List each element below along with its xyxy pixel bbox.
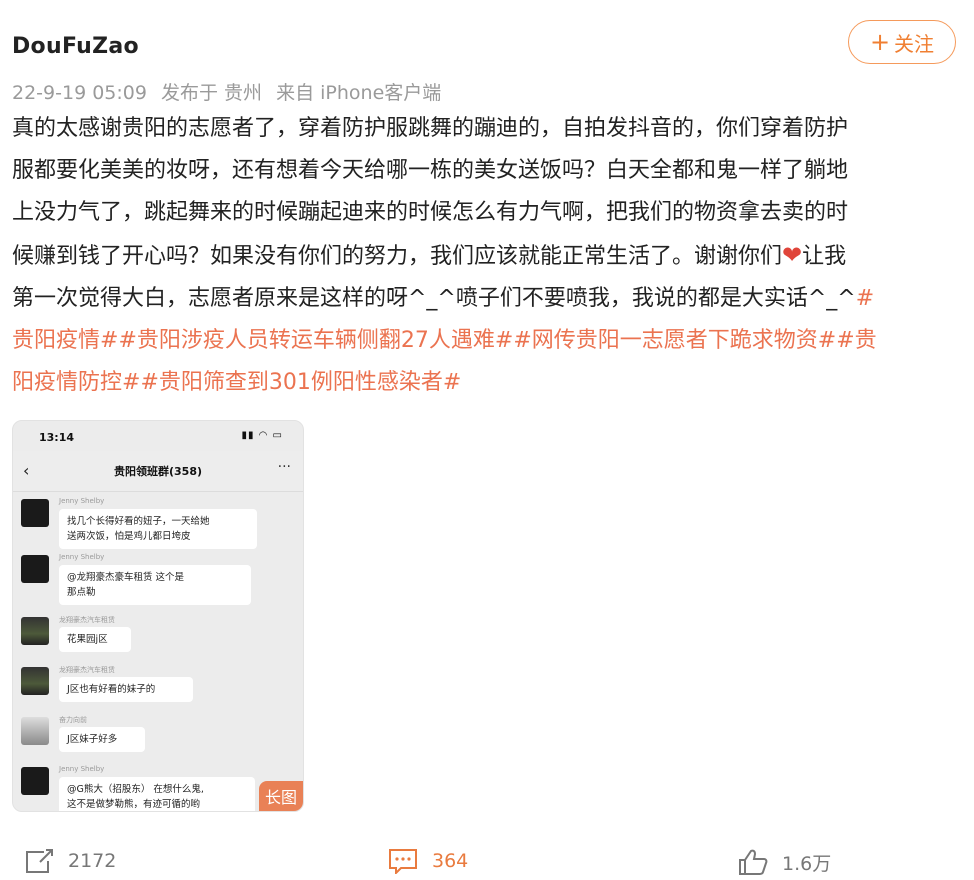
message-bubble: 花果园j区 — [59, 627, 131, 652]
phone-status-bar: 13:14 ▮▮ ◠ ▭ — [13, 421, 303, 451]
avatar — [21, 717, 49, 745]
post-text: 第一次觉得大白，志愿者原来是这样的呀^_^喷子们不要喷我，我说的都是大实话^_^ — [12, 286, 856, 311]
post-line: 真的太感谢贵阳的志愿者了，穿着防护服跳舞的蹦迪的，自拍发抖音的，你们穿着防护 — [12, 116, 849, 141]
post-text: 候赚到钱了开心吗？如果没有你们的努力，我们应该就能正常生活了。谢谢你们 — [12, 244, 783, 269]
signal-wifi-battery-icon: ▮▮ ◠ ▭ — [241, 430, 283, 441]
action-bar: 2172 364 1.6万 — [0, 840, 974, 880]
chat-title-bar: ‹ 贵阳领班群(358) ··· — [13, 451, 303, 492]
message-sender: Jenny Shelby — [59, 765, 105, 773]
hashtag-link[interactable]: 贵阳疫情# — [12, 328, 118, 353]
post-line: 第一次觉得大白，志愿者原来是这样的呀^_^喷子们不要喷我，我说的都是大实话^_^… — [12, 278, 962, 320]
avatar — [21, 555, 49, 583]
long-image-badge: 长图 — [258, 781, 303, 811]
post-meta: 22-9-19 05:09 发布于 贵州 来自 iPhone客户端 — [12, 78, 449, 105]
hashtag-link[interactable]: # — [856, 286, 874, 311]
heart-icon: ❤ — [782, 241, 803, 269]
post-line: 阳疫情防控##贵阳筛查到301例阳性感染者# — [12, 362, 962, 404]
hashtag-link[interactable]: #贵 — [836, 328, 876, 353]
phone-time: 13:14 — [39, 431, 75, 444]
avatar — [21, 617, 49, 645]
follow-button[interactable]: + 关注 — [848, 20, 956, 64]
message-text: J区妹子好多 — [67, 734, 118, 745]
more-icon: ··· — [277, 459, 291, 475]
hashtag-link[interactable]: #贵阳筛查到301例阳性感染者# — [140, 370, 461, 395]
message-bubble: J区妹子好多 — [59, 727, 145, 752]
chat-title: 贵阳领班群(358) — [113, 465, 203, 478]
comment-count: 364 — [432, 850, 469, 872]
message-sender: 龙翔豪杰汽车租赁 — [59, 616, 115, 624]
message-sender: 龙翔豪杰汽车租赁 — [59, 666, 115, 674]
message-bubble: @G熊大（招股东） 在想什么鬼, 这不是做梦勒熊，有迹可循的哟 — [59, 777, 255, 811]
share-count: 2172 — [68, 850, 117, 872]
comment-button[interactable]: 364 — [388, 848, 468, 874]
post-text: 让我 — [802, 244, 847, 269]
hashtag-link[interactable]: #网传贵阳一志愿者下跪求物资# — [513, 328, 836, 353]
message-text: J区也有好看的妹子的 — [67, 684, 156, 695]
message-bubble: J区也有好看的妹子的 — [59, 677, 193, 702]
username[interactable]: DouFuZao — [12, 34, 139, 59]
avatar — [21, 499, 49, 527]
thumbs-up-icon — [739, 849, 768, 875]
message-text: 花果园j区 — [67, 634, 108, 645]
message-bubble: @龙翔豪杰豪车租赁 这个是 那点勒 — [59, 565, 251, 605]
message-text: @龙翔豪杰豪车租赁 这个是 — [67, 572, 185, 583]
post-header: DouFuZao — [12, 34, 139, 59]
post-line: 上没力气了，跳起舞来的时候蹦起迪来的时候怎么有力气啊，把我们的物资拿去卖的时 — [12, 200, 849, 225]
avatar — [21, 767, 49, 795]
hashtag-link[interactable]: 阳疫情防控# — [12, 370, 140, 395]
post-source: 来自 iPhone客户端 — [276, 82, 442, 104]
post-location: 发布于 贵州 — [161, 82, 263, 104]
message-sender: 奋力向前 — [59, 716, 87, 724]
avatar — [21, 667, 49, 695]
message-text: 找几个长得好看的妞子，一天给她 — [67, 516, 210, 527]
share-icon — [26, 849, 53, 873]
post-time: 22-9-19 05:09 — [12, 82, 147, 104]
message-sender: Jenny Shelby — [59, 553, 105, 561]
post-line: 服都要化美美的妆呀，还有想着今天给哪一栋的美女送饭吗？白天全都和鬼一样了躺地 — [12, 158, 849, 183]
share-button[interactable]: 2172 — [24, 848, 116, 874]
message-text: 这不是做梦勒熊，有迹可循的哟 — [67, 799, 201, 810]
plus-icon: + — [869, 28, 891, 56]
post-body: 真的太感谢贵阳的志愿者了，穿着防护服跳舞的蹦迪的，自拍发抖音的，你们穿着防护 服… — [12, 108, 962, 404]
message-sender: Jenny Shelby — [59, 497, 105, 505]
message-text: 那点勒 — [67, 587, 96, 598]
message-bubble: 找几个长得好看的妞子，一天给她 送两次饭，怕是鸡儿都日垮皮 — [59, 509, 257, 549]
message-text: 送两次饭，怕是鸡儿都日垮皮 — [67, 531, 191, 542]
hashtag-link[interactable]: #贵阳涉疫人员转运车辆侧翻27人遇难# — [118, 328, 513, 353]
post-line: 贵阳疫情##贵阳涉疫人员转运车辆侧翻27人遇难##网传贵阳一志愿者下跪求物资##… — [12, 320, 962, 362]
post-line: 候赚到钱了开心吗？如果没有你们的努力，我们应该就能正常生活了。谢谢你们❤让我 — [12, 234, 962, 278]
follow-label: 关注 — [894, 31, 935, 56]
message-text: @G熊大（招股东） 在想什么鬼, — [67, 784, 204, 795]
like-count: 1.6万 — [782, 852, 832, 875]
comment-icon — [389, 849, 417, 874]
like-button[interactable]: 1.6万 — [738, 848, 831, 876]
attached-image[interactable]: 13:14 ▮▮ ◠ ▭ ‹ 贵阳领班群(358) ··· Jenny Shel… — [12, 420, 304, 812]
